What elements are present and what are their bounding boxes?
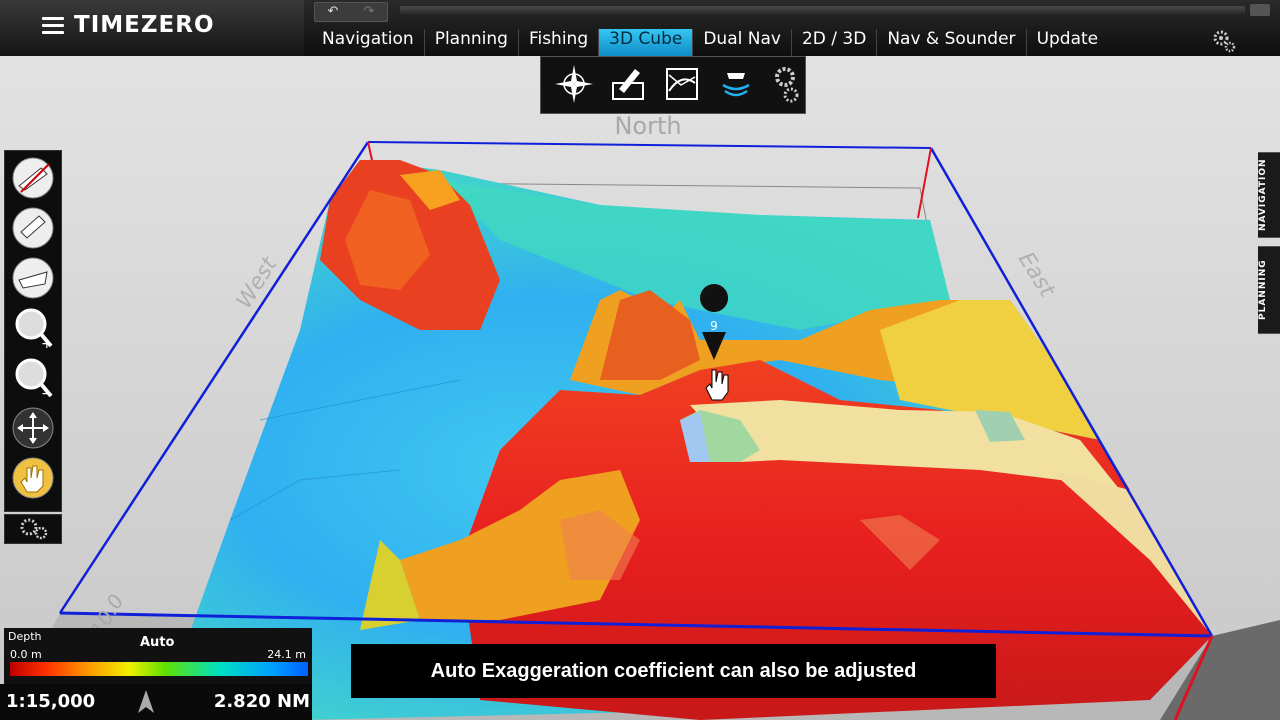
tab-3d-cube[interactable]: 3D Cube [599,29,694,56]
chart-layer-icon[interactable] [661,63,703,105]
tab-nav-sounder[interactable]: Nav & Sounder [877,29,1027,56]
tab-navigation[interactable]: Navigation [312,29,425,56]
redo-icon[interactable]: ↷ [351,3,387,21]
workspace-tabs: Navigation Planning Fishing 3D Cube Dual… [312,29,1108,56]
undo-icon[interactable]: ↶ [315,3,351,21]
left-toolbar-settings[interactable] [4,514,62,544]
tab-dual-nav[interactable]: Dual Nav [693,29,792,56]
svg-text:−: − [41,386,53,400]
logo-block: TIMEZERO [0,0,304,56]
tab-update[interactable]: Update [1027,29,1109,56]
depth-min-label: 0.0 m [10,648,42,661]
cube-toolbar [540,56,806,114]
boat-view-icon[interactable] [11,256,55,300]
hand-tool-icon[interactable] [11,456,55,500]
depth-color-gradient [10,662,308,676]
undo-redo-group: ↶ ↷ [314,2,388,22]
waypoint-number: 9 [710,319,718,333]
pan-move-icon[interactable] [11,406,55,450]
zoom-out-icon[interactable]: − [11,356,55,400]
window-control-button[interactable] [1250,4,1270,16]
sonar-boat-icon[interactable] [715,63,757,105]
zoom-in-icon[interactable]: + [11,306,55,350]
app-title: TIMEZERO [74,12,215,38]
depth-max-label: 24.1 m [267,648,306,661]
side-tab-planning[interactable]: PLANNING [1258,246,1280,334]
3d-cube-chart[interactable]: 9 North West East 10.0 [0,56,1280,720]
left-toolbar: + − [4,150,62,512]
top-bar: TIMEZERO ↶ ↷ Navigation Planning Fishing… [0,0,1280,56]
side-tab-navigation[interactable]: NAVIGATION [1258,152,1280,238]
menu-icon[interactable] [42,17,64,35]
edit-layer-icon[interactable] [607,63,649,105]
toolbar-settings-gear-icon[interactable] [773,63,801,105]
title-strip [400,6,1245,14]
north-arrow-icon [138,690,154,713]
tab-fishing[interactable]: Fishing [519,29,600,56]
compass-rose-icon[interactable] [553,63,595,105]
depth-mode-label[interactable]: Auto [140,635,174,650]
scale-status-bar: 1:15,000 2.820 NM [0,684,312,720]
boat-follow-icon[interactable] [11,156,55,200]
chart-scale: 1:15,000 [6,691,96,712]
range-distance: 2.820 NM [213,691,310,712]
tab-2d-3d[interactable]: 2D / 3D [792,29,878,56]
depth-legend: Depth Auto 0.0 m 24.1 m [4,628,312,684]
boat-center-icon[interactable] [11,206,55,250]
video-caption: Auto Exaggeration coefficient can also b… [351,644,996,698]
settings-gear-icon [20,518,48,540]
workspace-settings-gear-icon[interactable] [1212,30,1238,54]
north-label: North [614,112,681,140]
tab-planning[interactable]: Planning [425,29,519,56]
depth-legend-title: Depth [8,630,42,643]
svg-text:+: + [41,336,53,350]
